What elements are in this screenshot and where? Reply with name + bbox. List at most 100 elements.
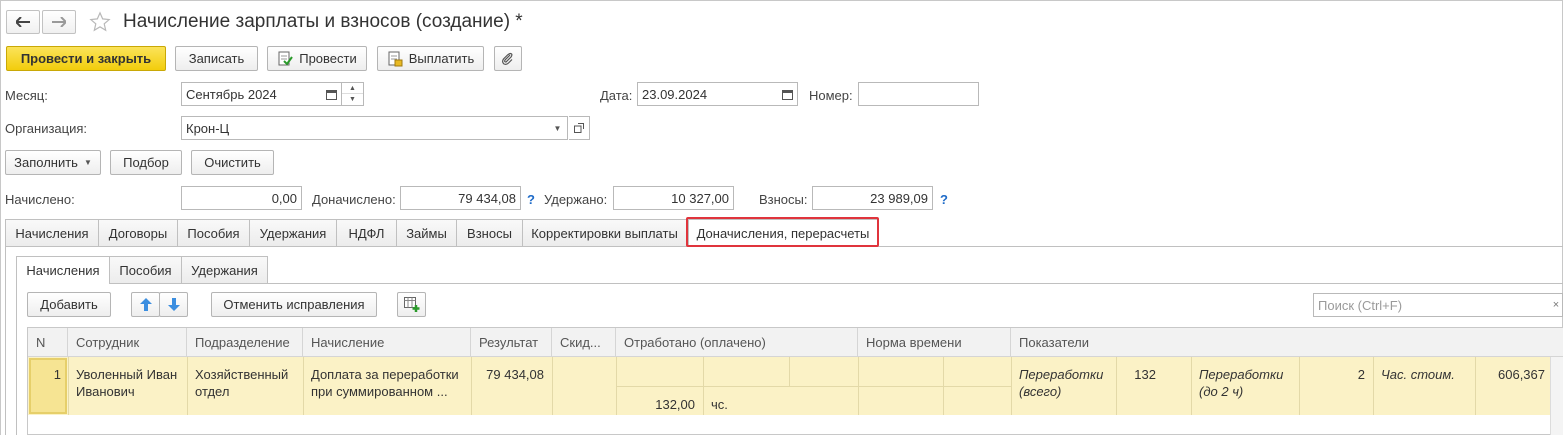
organization-input[interactable]: Крон-Ц <box>181 116 549 140</box>
post-document-icon <box>278 51 294 66</box>
cancel-corrections-button[interactable]: Отменить исправления <box>211 292 377 317</box>
post-button[interactable]: Провести <box>267 46 367 71</box>
row-accrual: Доплата за переработки при суммированном… <box>311 367 459 399</box>
row-divider <box>471 357 472 415</box>
arrow-down-icon <box>167 298 180 311</box>
fill-button-label: Заполнить <box>14 155 78 170</box>
row-indicator-1-name: Переработки (всего) <box>1019 367 1104 399</box>
page-title: Начисление зарплаты и взносов (создание)… <box>123 11 523 32</box>
column-header-worked[interactable]: Отработано (оплачено) <box>616 328 858 357</box>
pay-document-icon <box>388 51 403 66</box>
subtab-deductions[interactable]: Удержания <box>181 256 268 283</box>
tab-accruals[interactable]: Начисления <box>5 219 99 246</box>
month-up-icon[interactable]: ▲ <box>342 83 363 94</box>
pay-button-label: Выплатить <box>408 51 475 66</box>
search-clear-button[interactable]: × <box>1550 293 1563 317</box>
column-header-employee[interactable]: Сотрудник <box>68 328 187 357</box>
row-divider <box>1011 357 1012 415</box>
month-label: Месяц: <box>5 88 48 103</box>
open-window-icon <box>574 123 584 133</box>
save-button[interactable]: Записать <box>175 46 258 71</box>
calendar-icon <box>326 89 337 100</box>
month-calendar-button[interactable] <box>322 82 342 106</box>
date-calendar-button[interactable] <box>778 82 798 106</box>
row-divider <box>1373 357 1374 415</box>
tab-contracts[interactable]: Договоры <box>98 219 178 246</box>
row-indicator-2-name: Переработки (до 2 ч) <box>1199 367 1284 399</box>
chevron-down-icon: ▼ <box>83 158 92 167</box>
pick-button[interactable]: Подбор <box>110 150 182 175</box>
date-label: Дата: <box>600 88 633 103</box>
row-result: 79 434,08 <box>486 367 544 382</box>
column-header-time-norm[interactable]: Норма времени <box>858 328 1011 357</box>
tab-contributions[interactable]: Взносы <box>456 219 523 246</box>
accrued-field: 0,00 <box>181 186 302 210</box>
arrow-up-icon <box>139 298 152 311</box>
month-spinner[interactable]: ▲ ▼ <box>342 82 364 106</box>
row-divider <box>789 357 790 386</box>
back-button[interactable] <box>6 10 40 34</box>
month-input[interactable]: Сентябрь 2024 <box>181 82 323 106</box>
row-divider <box>187 357 188 415</box>
accrued-label: Начислено: <box>5 192 75 207</box>
arrow-left-icon <box>16 17 30 27</box>
extra-accrued-field: 79 434,08 <box>400 186 521 210</box>
row-indicator-2-value: 2 <box>1357 367 1365 382</box>
extra-accrued-label: Доначислено: <box>312 192 396 207</box>
organization-label: Организация: <box>5 121 88 136</box>
tab-deductions[interactable]: Удержания <box>249 219 337 246</box>
month-down-icon[interactable]: ▼ <box>342 94 363 105</box>
tab-payment-corrections[interactable]: Корректировки выплаты <box>522 219 687 246</box>
forward-button[interactable] <box>42 10 76 34</box>
subtab-accruals[interactable]: Начисления <box>16 256 110 284</box>
tab-ndfl[interactable]: НДФЛ <box>336 219 397 246</box>
row-employee: Уволенный Иван Иванович <box>76 367 178 399</box>
paperclip-icon <box>502 52 513 65</box>
subtab-benefits[interactable]: Пособия <box>109 256 182 283</box>
row-divider <box>68 357 69 415</box>
favorite-button[interactable] <box>88 10 112 34</box>
tab-highlight-frame <box>686 217 879 247</box>
fill-button[interactable]: Заполнить ▼ <box>5 150 101 175</box>
arrow-right-icon <box>52 17 66 27</box>
post-button-label: Провести <box>299 51 357 66</box>
close-icon: × <box>1552 299 1560 311</box>
column-header-accrual[interactable]: Начисление <box>303 328 471 357</box>
organization-dropdown-button[interactable]: ▼ <box>548 116 568 140</box>
tab-loans[interactable]: Займы <box>396 219 457 246</box>
organization-open-button[interactable] <box>569 116 590 140</box>
table-scrollbar[interactable] <box>1550 357 1563 435</box>
row-divider <box>616 386 1011 387</box>
contributions-help-icon[interactable]: ? <box>940 192 948 207</box>
post-and-close-button[interactable]: Провести и закрыть <box>6 46 166 71</box>
row-worked-unit: чс. <box>711 397 728 412</box>
add-row-button[interactable]: Добавить <box>27 292 111 317</box>
number-input[interactable] <box>858 82 979 106</box>
attach-button[interactable] <box>494 46 522 71</box>
withheld-label: Удержано: <box>544 192 608 207</box>
table-add-icon <box>403 297 419 312</box>
clear-button[interactable]: Очистить <box>191 150 274 175</box>
column-header-result[interactable]: Результат <box>471 328 552 357</box>
column-header-indicators[interactable]: Показатели <box>1011 328 1563 357</box>
extra-accrued-help-icon[interactable]: ? <box>527 192 535 207</box>
star-icon <box>89 11 111 32</box>
row-divider <box>1475 357 1476 415</box>
row-divider <box>552 357 553 415</box>
contributions-field: 23 989,09 <box>812 186 933 210</box>
column-header-department[interactable]: Подразделение <box>187 328 303 357</box>
tab-benefits[interactable]: Пособия <box>177 219 250 246</box>
add-correction-button[interactable] <box>397 292 426 317</box>
row-indicator-1-value: 132 <box>1134 367 1156 382</box>
column-header-n[interactable]: N <box>28 328 68 357</box>
move-up-button[interactable] <box>131 292 160 317</box>
calendar-icon <box>782 89 793 100</box>
row-divider <box>1116 357 1117 415</box>
search-input[interactable]: Поиск (Ctrl+F) <box>1313 293 1551 317</box>
date-input[interactable]: 23.09.2024 <box>637 82 779 106</box>
move-down-button[interactable] <box>159 292 188 317</box>
withheld-field: 10 327,00 <box>613 186 734 210</box>
pay-button[interactable]: Выплатить <box>377 46 484 71</box>
contributions-label: Взносы: <box>759 192 808 207</box>
column-header-discount[interactable]: Скид... <box>552 328 616 357</box>
